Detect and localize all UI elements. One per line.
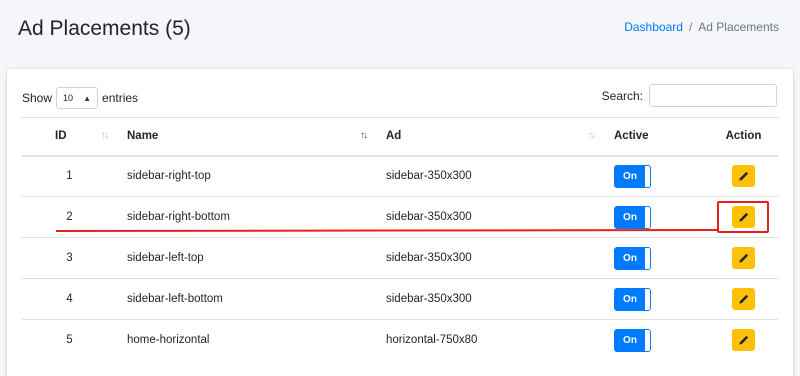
toggle-knob (645, 288, 650, 310)
pencil-icon (739, 171, 749, 181)
table-row: 4 sidebar-left-bottom sidebar-350x300 On (22, 278, 778, 320)
row-name: sidebar-right-top (117, 155, 376, 197)
pencil-icon (739, 335, 749, 345)
active-toggle[interactable]: On (614, 205, 651, 229)
updown-caret-icon: ▲︎ (83, 93, 92, 103)
breadcrumb-separator: / (688, 20, 693, 34)
row-ad: sidebar-350x300 (376, 155, 604, 197)
table-row: 1 sidebar-right-top sidebar-350x300 On (22, 155, 778, 197)
active-toggle[interactable]: On (614, 246, 651, 270)
edit-button[interactable] (732, 247, 755, 269)
column-label-ad: Ad (386, 130, 402, 143)
toggle-on-label: On (615, 165, 645, 187)
row-id: 4 (22, 278, 117, 320)
edit-button[interactable] (732, 288, 755, 310)
table-row: 3 sidebar-left-top sidebar-350x300 On (22, 237, 778, 279)
sort-arrows-icon: ↑↓ (101, 130, 109, 141)
show-label: Show (22, 91, 53, 105)
breadcrumb: Dashboard / Ad Placements (624, 20, 779, 34)
search-input[interactable] (649, 84, 777, 107)
page-title: Ad Placements (5) (18, 17, 191, 40)
row-ad: horizontal-750x80 (376, 319, 604, 361)
row-name: sidebar-left-bottom (117, 278, 376, 320)
column-label-id: ID (55, 130, 67, 143)
edit-button[interactable] (732, 329, 755, 352)
search-control: Search: (602, 84, 777, 107)
sort-desc-icon: ↑↓ (360, 130, 368, 141)
active-toggle[interactable]: On (614, 164, 651, 188)
pencil-icon (739, 253, 749, 263)
annotation-underline (56, 229, 718, 232)
row-name: sidebar-left-top (117, 237, 376, 279)
active-toggle[interactable]: On (614, 328, 651, 352)
breadcrumb-dashboard-link[interactable]: Dashboard (624, 20, 683, 34)
entries-select[interactable]: 10 ▲︎ (56, 87, 99, 109)
column-header-ad[interactable]: Ad ↑↓ (376, 117, 604, 157)
toggle-on-label: On (615, 329, 645, 351)
row-ad: sidebar-350x300 (376, 237, 604, 279)
column-header-id[interactable]: ID ↑↓ (22, 117, 117, 157)
breadcrumb-current: Ad Placements (698, 20, 779, 34)
toggle-on-label: On (615, 247, 645, 269)
row-ad: sidebar-350x300 (376, 278, 604, 320)
page-header: Ad Placements (5) Dashboard / Ad Placeme… (0, 0, 800, 60)
edit-button[interactable] (732, 165, 755, 188)
row-id: 3 (22, 237, 117, 279)
sort-arrows-icon: ↑↓ (588, 130, 596, 141)
pencil-icon (739, 294, 749, 304)
search-label: Search: (601, 88, 643, 103)
table-row: 5 home-horizontal horizontal-750x80 On (22, 319, 778, 361)
toggle-on-label: On (615, 288, 645, 310)
toggle-knob (645, 206, 650, 228)
placements-card: Show 10 ▲︎ entries Search: ID ↑↓ Name ↑↓… (7, 69, 793, 376)
column-label-active: Active (614, 130, 649, 143)
toggle-knob (645, 165, 650, 187)
toggle-knob (645, 329, 650, 351)
annotation-highlight-box (717, 201, 769, 233)
column-label-action: Action (725, 130, 762, 143)
column-header-name[interactable]: Name ↑↓ (117, 117, 376, 157)
row-name: home-horizontal (117, 319, 376, 361)
toggle-knob (645, 247, 650, 269)
entries-select-value: 10 (63, 93, 74, 103)
entries-length-control: Show 10 ▲︎ entries (22, 87, 138, 109)
placements-table: ID ↑↓ Name ↑↓ Ad ↑↓ Active Action 1 side… (22, 117, 778, 361)
table-header-row: ID ↑↓ Name ↑↓ Ad ↑↓ Active Action (22, 117, 778, 157)
row-id: 1 (22, 155, 117, 197)
column-header-action: Action (709, 117, 778, 157)
toggle-on-label: On (615, 206, 645, 228)
entries-label: entries (102, 91, 139, 105)
active-toggle[interactable]: On (614, 287, 651, 311)
column-header-active: Active (604, 117, 709, 157)
row-id: 5 (22, 319, 117, 361)
column-label-name: Name (127, 130, 159, 143)
